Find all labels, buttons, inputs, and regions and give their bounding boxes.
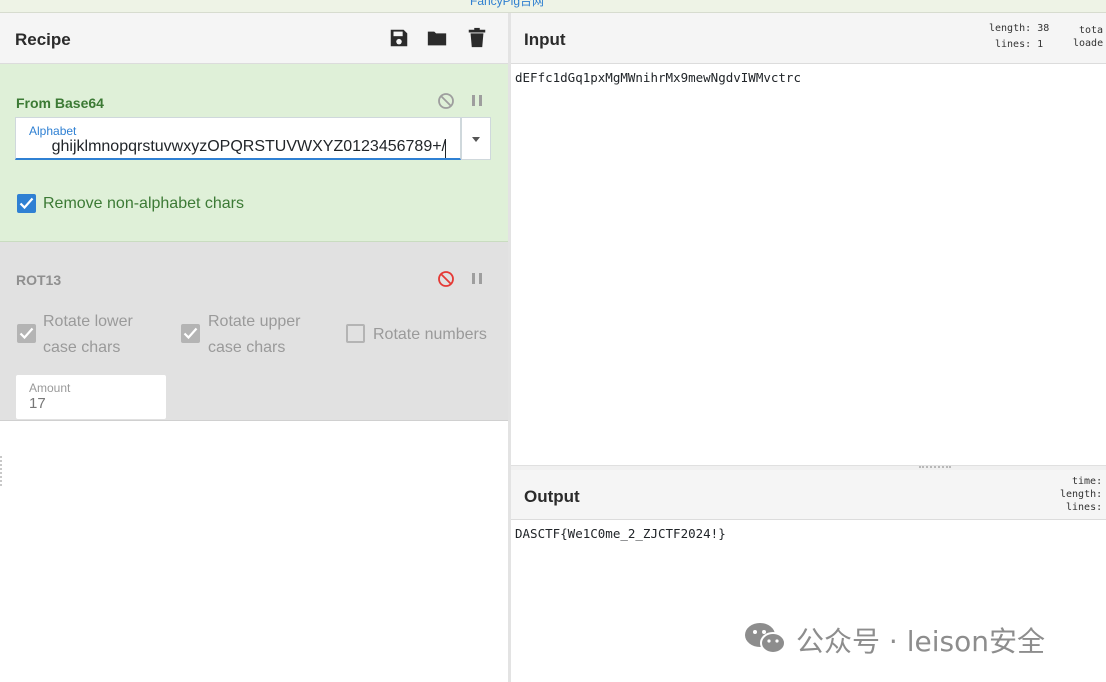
operation-title: From Base64 — [16, 95, 104, 111]
output-text[interactable]: DASCTF{We1C0me_2_ZJCTF2024!} — [515, 526, 726, 541]
rotate-upper-label[interactable]: Rotate upper case chars — [208, 309, 301, 361]
recipe-header: Recipe — [0, 13, 508, 64]
amount-input[interactable]: Amount 17 — [16, 375, 166, 419]
operation-title: ROT13 — [16, 272, 62, 288]
rotate-upper-label-line1: Rotate upper — [208, 313, 301, 330]
input-title: Input — [524, 30, 566, 49]
disable-icon[interactable] — [437, 270, 455, 288]
remove-non-alphabet-checkbox[interactable] — [17, 194, 36, 213]
rotate-upper-label-line2: case chars — [208, 339, 286, 356]
pause-icon[interactable] — [468, 270, 486, 288]
rotate-numbers-checkbox[interactable] — [346, 324, 365, 343]
input-loaded-stat: loade — [1073, 38, 1104, 49]
watermark-text: 公众号 · leison安全 — [796, 625, 1045, 658]
amount-label: Amount — [29, 381, 71, 395]
remove-non-alphabet-label[interactable]: Remove non-alphabet chars — [43, 195, 244, 213]
output-time-stat: time: — [1072, 476, 1103, 487]
recipe-panel: Recipe From Base64 Alphabet ghijklmnopqr… — [0, 13, 511, 682]
operation-rot13[interactable]: ROT13 Rotate lower case chars Rotate upp… — [0, 242, 508, 421]
checkmark-icon — [19, 327, 34, 340]
alphabet-value: ghijklmnopqrstuvwxyzOPQRSTUVWXYZ01234567… — [51, 138, 446, 155]
output-lines-stat: lines: — [1066, 502, 1103, 513]
alphabet-label: Alphabet — [29, 124, 77, 138]
rotate-lower-checkbox[interactable] — [17, 324, 36, 343]
checkmark-icon — [19, 197, 34, 210]
output-length-stat: length: — [1060, 489, 1103, 500]
rotate-numbers-label[interactable]: Rotate numbers — [373, 322, 487, 348]
input-lines-stat: lines: 1 — [995, 39, 1044, 50]
input-header: Input length: 38 lines: 1 tota loade — [511, 13, 1106, 64]
input-panel: Input length: 38 lines: 1 tota loade dEF… — [511, 13, 1106, 465]
rotate-lower-label[interactable]: Rotate lower case chars — [43, 309, 133, 361]
text-cursor — [445, 139, 446, 158]
output-header: Output time: length: lines: — [511, 470, 1106, 520]
alphabet-input[interactable]: Alphabet ghijklmnopqrstuvwxyzOPQRSTUVWXY… — [15, 117, 461, 160]
alphabet-dropdown-button[interactable] — [461, 117, 491, 160]
pause-icon[interactable] — [468, 92, 486, 110]
input-textarea[interactable]: dEFfc1dGq1pxMgMWnihrMx9mewNgdvIWMvctrc — [515, 70, 801, 85]
wechat-icon — [745, 623, 786, 654]
input-length-stat: length: 38 — [989, 23, 1050, 34]
top-banner: FancyPig台网 — [0, 0, 1106, 13]
checkmark-icon — [183, 327, 198, 340]
input-total-stat: tota — [1079, 25, 1104, 36]
amount-value: 17 — [29, 395, 46, 412]
chevron-down-icon — [472, 137, 480, 142]
disable-icon[interactable] — [437, 92, 455, 110]
rotate-lower-label-line2: case chars — [43, 339, 121, 356]
recipe-title: Recipe — [15, 30, 71, 49]
panel-resize-handle[interactable] — [0, 456, 6, 486]
output-title: Output — [524, 487, 580, 506]
top-banner-text: FancyPig台网 — [470, 0, 545, 8]
watermark: 公众号 · leison安全 — [742, 618, 1045, 658]
operation-from-base64[interactable]: From Base64 Alphabet ghijklmnopqrstuvwxy… — [0, 64, 508, 242]
rotate-lower-label-line1: Rotate lower — [43, 313, 133, 330]
rotate-upper-checkbox[interactable] — [181, 324, 200, 343]
